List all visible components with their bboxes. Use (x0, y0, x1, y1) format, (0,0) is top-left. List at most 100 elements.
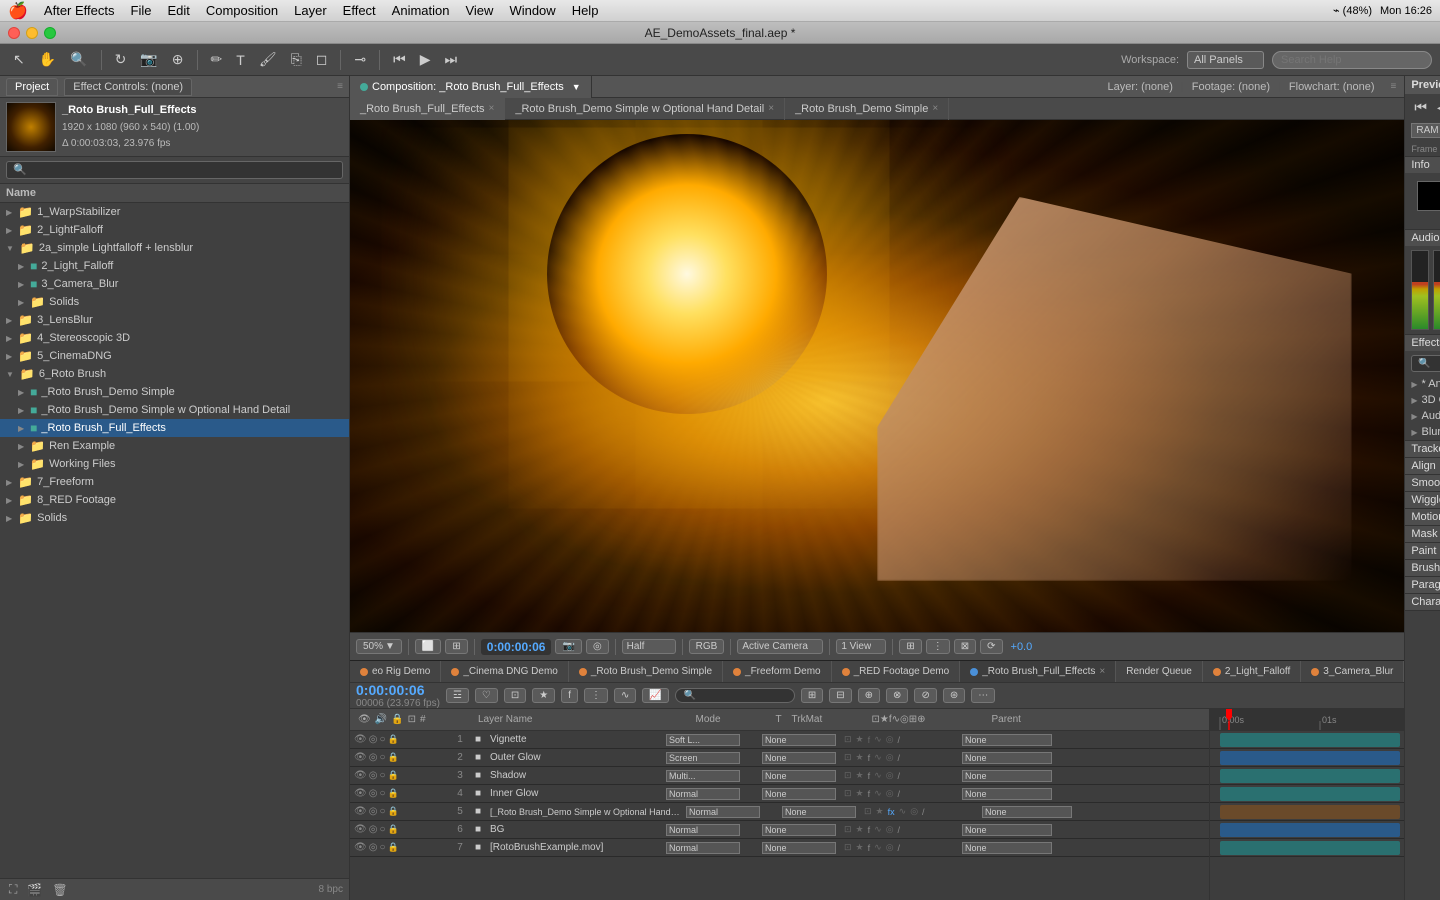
sw-col[interactable]: ⊡ (842, 752, 854, 763)
layer-parent-col[interactable]: None (962, 842, 1209, 854)
grid-btn[interactable]: ⊞ (899, 639, 921, 654)
zoom-btn[interactable]: 50% ▼ (356, 639, 402, 654)
transport-next[interactable]: ⏭ (440, 49, 463, 70)
layer-visibility[interactable]: 👁 (354, 788, 367, 799)
new-comp-btn[interactable]: 🎬 (24, 882, 45, 898)
sw-col[interactable]: ⊡ (842, 842, 854, 853)
list-item[interactable]: ▶ ■ _Roto Brush_Demo Simple (0, 383, 349, 401)
views-dropdown[interactable]: 1 View (836, 639, 886, 654)
effects-search-input[interactable] (1411, 355, 1440, 372)
list-item-selected[interactable]: ▶ ■ _Roto Brush_Full_Effects (0, 419, 349, 437)
list-item[interactable]: ▼ 📁 2a_simple Lightfalloff + lensblur (0, 239, 349, 257)
tl-collapse[interactable]: ⊡ (504, 688, 526, 703)
layer-solo[interactable]: ○ (379, 806, 385, 817)
layer-parent-select[interactable]: None (982, 806, 1072, 818)
viewer-tab-close[interactable]: × (489, 103, 495, 114)
tl-btn-extra3[interactable]: ⊕ (858, 688, 880, 703)
tl-btn-extra6[interactable]: ⊛ (943, 688, 965, 703)
layer-mode-col[interactable]: Soft L... (666, 734, 746, 746)
list-item[interactable]: ▶ 📁 5_CinemaDNG (0, 347, 349, 365)
layer-parent-select[interactable]: None (962, 770, 1052, 782)
layer-solo[interactable]: ○ (379, 842, 385, 853)
sw-blend[interactable]: / (920, 807, 927, 817)
sw-adj[interactable]: ◎ (884, 842, 896, 853)
tl-tab-roto-simple[interactable]: _Roto Brush_Demo Simple (569, 661, 723, 682)
zoom-tool[interactable]: 🔍 (65, 49, 92, 70)
sw-eff[interactable]: ★ (854, 842, 866, 853)
layer-trkmat-col[interactable]: None (762, 788, 842, 800)
sw-fx[interactable]: fx (886, 807, 897, 817)
list-item[interactable]: ▶ 📁 Working Files (0, 455, 349, 473)
draft-btn[interactable]: ⟳ (980, 639, 1002, 654)
sw-blend[interactable]: / (896, 843, 903, 853)
layer-mode-select[interactable]: Multi... (666, 770, 740, 782)
pen-tool[interactable]: ✏ (206, 49, 228, 70)
tl-btn-extra2[interactable]: ⊟ (829, 688, 851, 703)
tl-btn-extra1[interactable]: ⊞ (801, 688, 823, 703)
layer-visibility[interactable]: 👁 (354, 770, 367, 781)
paint-header[interactable]: Paint × ≡ (1405, 543, 1440, 559)
list-item[interactable]: ▶ 📁 7_Freeform (0, 473, 349, 491)
preview-panel-header[interactable]: Preview × ≡ (1405, 76, 1440, 94)
list-item[interactable]: ▶ 📁 3_LensBlur (0, 311, 349, 329)
layer-mode-col[interactable]: Screen (666, 752, 746, 764)
comp-panel-menu[interactable]: ≡ (1391, 81, 1397, 92)
menu-effect[interactable]: Effect (343, 3, 376, 18)
layer-mode-col[interactable]: Normal (666, 824, 746, 836)
list-item[interactable]: ▶ ■ 3_Camera_Blur (0, 275, 349, 293)
sw-adj[interactable]: ◎ (884, 770, 896, 781)
transport-play[interactable]: ▶ (415, 49, 436, 70)
effect-category-blur[interactable]: ▶ Blur & Sharpen (1405, 424, 1440, 440)
menu-file[interactable]: File (131, 3, 152, 18)
layer-trkmat-select[interactable]: None (762, 788, 836, 800)
layer-parent-select[interactable]: None (962, 788, 1052, 800)
delete-btn[interactable]: 🗑 (49, 882, 70, 898)
effects-header[interactable]: Effects & Presets × ≡ (1405, 335, 1440, 351)
layer-trkmat-col[interactable]: None (762, 824, 842, 836)
tl-motion-blur[interactable]: ∿ (614, 688, 636, 703)
sw-blend[interactable]: / (896, 753, 903, 763)
tl-quality[interactable]: ★ (532, 688, 555, 703)
sw-col[interactable]: ⊡ (842, 824, 854, 835)
layer-parent-select[interactable]: None (962, 734, 1052, 746)
layer-mode-col[interactable]: Normal (666, 842, 746, 854)
viewer-tab-roto-hand[interactable]: _Roto Brush_Demo Simple w Optional Hand … (505, 98, 785, 120)
sw-blend[interactable]: / (896, 825, 903, 835)
tl-tab-cinema[interactable]: _Cinema DNG Demo (441, 661, 568, 682)
layer-visibility[interactable]: 👁 (354, 842, 367, 853)
list-item[interactable]: ▶ 📁 4_Stereoscopic 3D (0, 329, 349, 347)
list-item[interactable]: ▶ 📁 Solids (0, 509, 349, 527)
layer-lock[interactable]: 🔒 (387, 752, 398, 763)
layer-trkmat-col[interactable]: None (762, 770, 842, 782)
sw-adj[interactable]: ◎ (884, 788, 896, 799)
sw-mb[interactable]: ∿ (872, 734, 884, 745)
layer-visibility[interactable]: 👁 (354, 806, 367, 817)
left-panel-menu[interactable]: ≡ (337, 81, 343, 92)
layer-solo[interactable]: ○ (379, 752, 385, 763)
channels-btn[interactable]: RGB (689, 639, 725, 654)
layer-parent-col[interactable]: None (962, 734, 1209, 746)
puppet-tool[interactable]: ⊸ (349, 49, 371, 70)
layer-mode-col[interactable]: Normal (686, 806, 766, 818)
layer-solo[interactable]: ○ (379, 788, 385, 799)
layer-mode-select[interactable]: Normal (666, 842, 740, 854)
info-header[interactable]: Info × ≡ (1405, 157, 1440, 173)
motion-sketch-header[interactable]: Motion Sketch × ≡ (1405, 509, 1440, 525)
camera-tool[interactable]: 📷 (135, 49, 162, 70)
layer-audio[interactable]: ◎ (369, 734, 378, 745)
sw-mb[interactable]: ∿ (872, 752, 884, 763)
menu-window[interactable]: Window (509, 3, 555, 18)
tl-tab-freeform[interactable]: _Freeform Demo (723, 661, 832, 682)
sw-mb[interactable]: ∿ (872, 824, 884, 835)
workspace-dropdown[interactable]: All Panels (1187, 51, 1264, 69)
list-item[interactable]: ▶ 📁 8_RED Footage (0, 491, 349, 509)
brushes-header[interactable]: Brushes × ≡ (1405, 560, 1440, 576)
clone-tool[interactable]: ⎘ (286, 49, 307, 70)
selection-tool[interactable]: ↖ (8, 49, 30, 70)
sw-blend[interactable]: / (896, 771, 903, 781)
effect-category-audio[interactable]: ▶ Audio (1405, 408, 1440, 424)
apple-menu[interactable]: 🍎 (8, 1, 28, 21)
sw-eff[interactable]: ★ (854, 824, 866, 835)
layer-lock[interactable]: 🔒 (387, 806, 398, 817)
tl-tab-close[interactable]: × (1099, 666, 1105, 677)
